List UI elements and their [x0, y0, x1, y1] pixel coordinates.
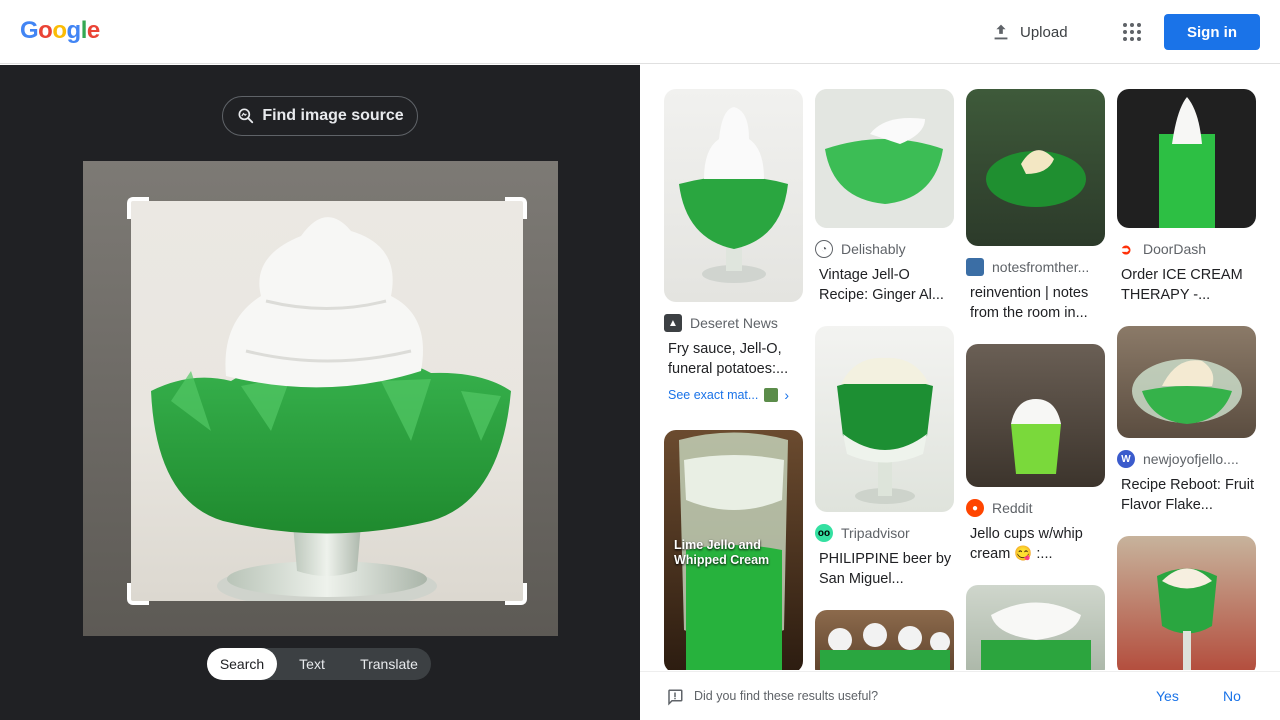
tab-text[interactable]: Text — [277, 648, 347, 680]
crop-region[interactable] — [131, 201, 523, 601]
crop-handle-bottom-right[interactable] — [505, 583, 527, 605]
find-image-source-button[interactable]: Find image source — [222, 96, 418, 136]
thumbnail-caption: Lime Jello and Whipped Cream — [674, 538, 770, 567]
result-title[interactable]: Jello cups w/whip cream 😋 :... — [966, 524, 1106, 564]
wordpress-icon: W — [1117, 450, 1135, 468]
result-thumbnail[interactable] — [1117, 536, 1256, 670]
deseret-news-icon: ▲ — [664, 314, 682, 332]
result-thumbnail[interactable] — [664, 89, 803, 302]
result-thumbnail[interactable] — [815, 326, 954, 512]
result-source: oo Tripadvisor — [815, 523, 955, 543]
source-name: Deseret News — [690, 315, 778, 331]
feedback-yes-button[interactable]: Yes — [1156, 688, 1179, 704]
lens-mode-tabs: Search Text Translate — [207, 648, 431, 680]
source-name: newjoyofjello.... — [1143, 451, 1239, 467]
result-thumbnail[interactable] — [966, 344, 1105, 487]
result-title[interactable]: Vintage Jell-O Recipe: Ginger Al... — [815, 265, 955, 305]
logo-letter: g — [66, 17, 82, 44]
notesfromtheroom-icon — [966, 258, 984, 276]
source-name: notesfromther... — [992, 259, 1090, 275]
result-thumbnail[interactable] — [815, 89, 954, 228]
result-source: ◔ Delishably — [815, 239, 955, 259]
result-source: notesfromther... — [966, 257, 1106, 277]
source-name: DoorDash — [1143, 241, 1207, 257]
chevron-right-icon: › — [784, 387, 789, 403]
result-thumbnail[interactable] — [815, 610, 954, 670]
sign-in-button[interactable]: Sign in — [1164, 14, 1260, 50]
jello-dessert-image — [151, 217, 511, 601]
tripadvisor-icon: oo — [815, 524, 833, 542]
exact-match-thumb-icon — [764, 388, 779, 402]
result-title[interactable]: PHILIPPINE beer by San Miguel... — [815, 549, 955, 589]
result-card[interactable]: W newjoyofjello.... Recipe Reboot: Fruit… — [1117, 326, 1257, 515]
result-source: W newjoyofjello.... — [1117, 449, 1257, 469]
feedback-no-button[interactable]: No — [1223, 688, 1241, 704]
top-bar: Google Upload Sign in — [0, 0, 1280, 64]
apps-grid-icon[interactable] — [1120, 20, 1144, 44]
result-source: ● Reddit — [966, 498, 1106, 518]
result-card[interactable]: ◔ Delishably Vintage Jell-O Recipe: Ging… — [815, 89, 955, 305]
result-source: ▲ Deseret News — [664, 313, 804, 333]
see-exact-matches-label: See exact mat... — [668, 388, 759, 402]
crop-handle-top-right[interactable] — [505, 197, 527, 219]
image-search-icon — [238, 108, 254, 124]
result-card[interactable]: oo Tripadvisor PHILIPPINE beer by San Mi… — [815, 326, 955, 589]
result-title[interactable]: reinvention | notes from the room in... — [966, 283, 1106, 323]
see-exact-matches-link[interactable]: See exact mat... › — [664, 387, 804, 403]
upload-label: Upload — [1020, 23, 1068, 41]
reddit-icon: ● — [966, 499, 984, 517]
feedback-question: Did you find these results useful? — [694, 689, 879, 703]
logo-letter: o — [38, 17, 53, 44]
result-title[interactable]: Order ICE CREAM THERAPY -... — [1117, 265, 1257, 305]
result-card[interactable]: ● Reddit Jello cups w/whip cream 😋 :... — [966, 344, 1106, 564]
tab-search[interactable]: Search — [207, 648, 277, 680]
result-card[interactable]: notesfromther... reinvention | notes fro… — [966, 89, 1106, 323]
delishably-icon: ◔ — [815, 240, 833, 258]
result-source: ➲ DoorDash — [1117, 239, 1257, 259]
find-image-source-label: Find image source — [262, 107, 404, 124]
upload-button[interactable]: Upload — [990, 20, 1068, 44]
crop-handle-top-left[interactable] — [127, 197, 149, 219]
query-image[interactable] — [83, 161, 558, 636]
result-thumbnail[interactable] — [1117, 89, 1256, 228]
lens-panel: Find image source Search Text Translate — [0, 65, 640, 720]
logo-letter: G — [20, 17, 39, 44]
logo-letter: o — [52, 17, 67, 44]
result-thumbnail[interactable]: Lime Jello and Whipped Cream — [664, 430, 803, 670]
visual-matches: ▲ Deseret News Fry sauce, Jell-O, funera… — [640, 65, 1280, 670]
upload-icon — [994, 24, 1008, 40]
source-name: Reddit — [992, 500, 1033, 516]
result-card[interactable]: Lime Jello and Whipped Cream — [664, 430, 804, 670]
result-thumbnail[interactable] — [1117, 326, 1256, 438]
source-name: Tripadvisor — [841, 525, 910, 541]
result-card[interactable] — [966, 585, 1106, 670]
doordash-icon: ➲ — [1117, 240, 1135, 258]
tab-translate[interactable]: Translate — [347, 648, 431, 680]
result-card[interactable] — [815, 610, 955, 670]
result-card[interactable]: ➲ DoorDash Order ICE CREAM THERAPY -... — [1117, 89, 1257, 305]
google-logo[interactable]: Google — [20, 17, 100, 45]
crop-handle-bottom-left[interactable] — [127, 583, 149, 605]
logo-letter: e — [86, 17, 100, 44]
result-thumbnail[interactable] — [966, 89, 1105, 246]
source-name: Delishably — [841, 241, 906, 257]
feedback-icon — [668, 689, 683, 706]
result-card[interactable]: ▲ Deseret News Fry sauce, Jell-O, funera… — [664, 89, 804, 403]
result-thumbnail[interactable] — [966, 585, 1105, 670]
result-title[interactable]: Recipe Reboot: Fruit Flavor Flake... — [1117, 475, 1257, 515]
feedback-bar: Did you find these results useful? Yes N… — [640, 671, 1280, 720]
result-title[interactable]: Fry sauce, Jell-O, funeral potatoes:... — [664, 339, 804, 379]
result-card[interactable] — [1117, 536, 1257, 670]
